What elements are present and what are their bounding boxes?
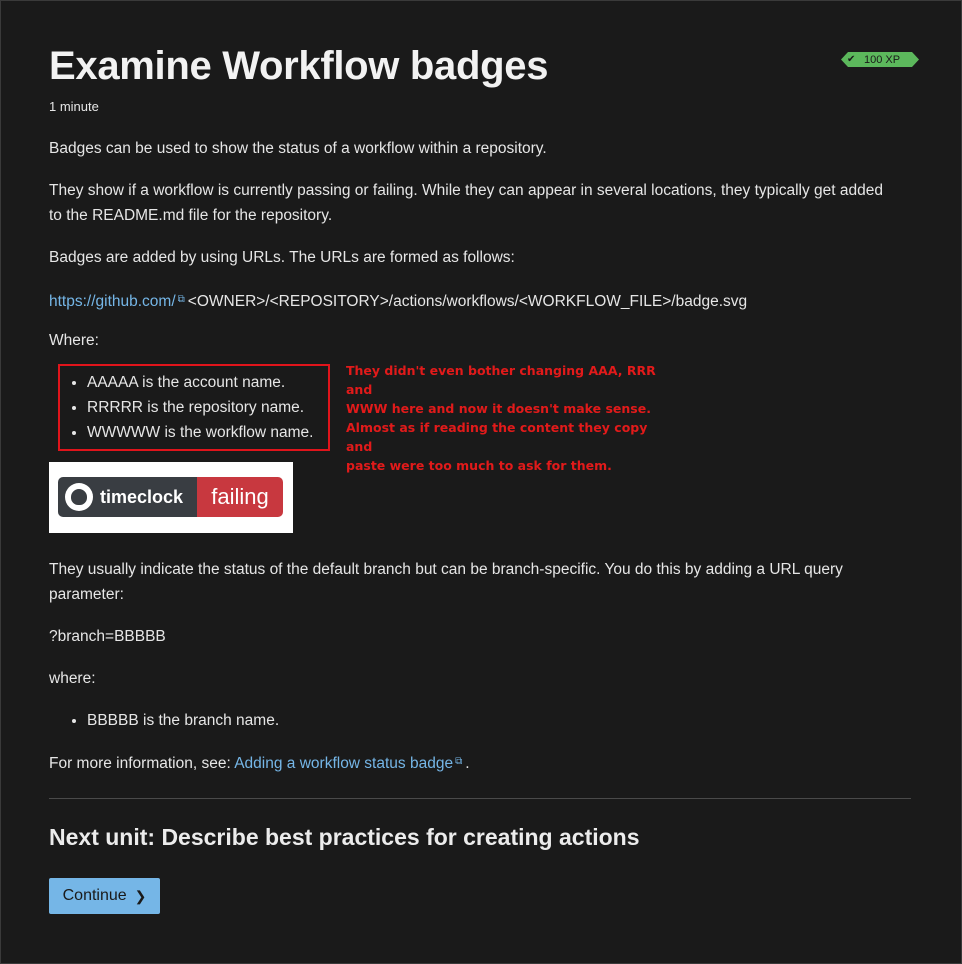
xp-label: 100 XP bbox=[864, 53, 901, 66]
chevron-right-icon: ❯ bbox=[134, 887, 147, 904]
github-icon bbox=[65, 483, 93, 511]
annotation-line: Almost as if reading the content they co… bbox=[346, 420, 648, 454]
github-link[interactable]: https://github.com/ bbox=[49, 293, 176, 310]
branch-param: ?branch=BBBBB bbox=[49, 628, 166, 645]
continue-button[interactable]: Continue ❯ bbox=[49, 878, 160, 914]
branch-list: BBBBB is the branch name. bbox=[49, 708, 279, 733]
annotation-note-1: They didn't even bother changing AAA, RR… bbox=[346, 361, 676, 418]
more-info-suffix: . bbox=[465, 755, 470, 772]
workflow-badge-image: timeclock failing bbox=[49, 462, 293, 533]
next-unit-heading: Next unit: Describe best practices for c… bbox=[49, 824, 640, 850]
where-label: Where: bbox=[49, 332, 99, 349]
continue-label: Continue bbox=[62, 887, 127, 904]
duration-label: 1 minute bbox=[49, 99, 99, 114]
badge-workflow-name: timeclock bbox=[100, 486, 184, 507]
status-badge: timeclock failing bbox=[58, 477, 283, 517]
status-badge-docs-link[interactable]: Adding a workflow status badge bbox=[234, 755, 453, 772]
badge-status: failing bbox=[197, 477, 283, 517]
section-divider bbox=[49, 798, 911, 799]
show-paragraph: They show if a workflow is currently pas… bbox=[49, 178, 883, 228]
more-info-prefix: For more information, see: bbox=[49, 755, 231, 772]
annotation-line: paste were too much to ask for them. bbox=[346, 458, 612, 473]
intro-paragraph: Badges can be used to show the status of… bbox=[49, 140, 547, 157]
annotation-note-2: Almost as if reading the content they co… bbox=[346, 418, 676, 475]
url-format-line: https://github.com/⧉ <OWNER>/<REPOSITORY>… bbox=[49, 287, 747, 314]
annotation-line: They didn't even bother changing AAA, RR… bbox=[346, 363, 656, 397]
show-line-1: They show if a workflow is currently pas… bbox=[49, 182, 883, 199]
external-link-icon: ⧉ bbox=[177, 294, 185, 305]
show-line-2: to the README.md file for the repository… bbox=[49, 207, 333, 224]
badge-label-section: timeclock bbox=[58, 477, 197, 517]
urls-paragraph: Badges are added by using URLs. The URLs… bbox=[49, 249, 515, 266]
external-link-icon: ⧉ bbox=[455, 756, 463, 767]
usually-line-1: They usually indicate the status of the … bbox=[49, 561, 843, 578]
page-title: Examine Workflow badges bbox=[49, 44, 549, 88]
usually-line-2: parameter: bbox=[49, 586, 124, 603]
list-item: BBBBB is the branch name. bbox=[87, 708, 279, 733]
annotation-line: WWW here and now it doesn't make sense. bbox=[346, 401, 651, 416]
more-info-paragraph: For more information, see: Adding a work… bbox=[49, 749, 470, 776]
check-icon: ✔ bbox=[847, 54, 856, 65]
annotation-highlight-box bbox=[58, 364, 330, 451]
where-lower-label: where: bbox=[49, 670, 96, 687]
usually-paragraph: They usually indicate the status of the … bbox=[49, 557, 843, 607]
url-path: <OWNER>/<REPOSITORY>/actions/workflows/<… bbox=[187, 293, 748, 310]
xp-badge: ✔ 100 XP bbox=[841, 52, 919, 67]
